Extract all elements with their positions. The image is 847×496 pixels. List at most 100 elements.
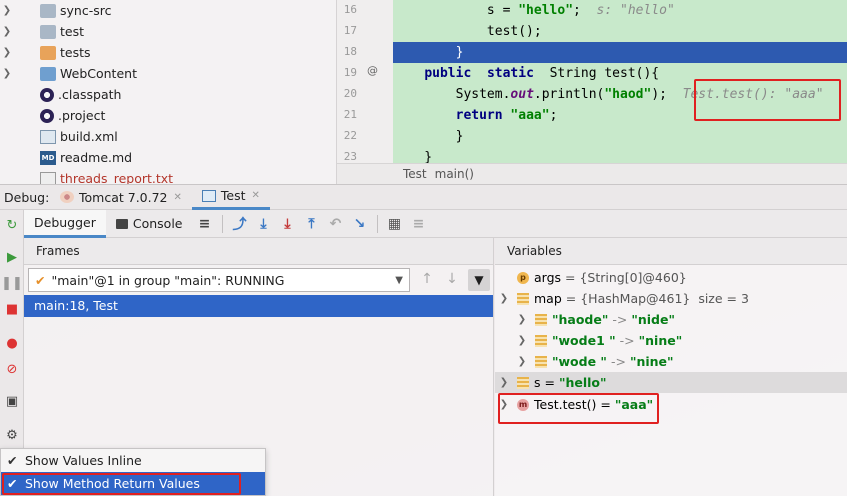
force-step-into-icon[interactable]: ⤓ [277, 213, 299, 235]
filter-icon[interactable]: ▼ [468, 269, 490, 291]
tab-test[interactable]: Test ✕ [191, 185, 270, 210]
close-icon[interactable]: ✕ [174, 192, 182, 203]
tree-item-tests[interactable]: ❯ tests [0, 42, 336, 63]
code-line-17[interactable]: test(); [393, 21, 847, 42]
tab-debugger[interactable]: Debugger [24, 209, 106, 238]
equals-sign: = [544, 375, 555, 390]
thread-selector[interactable]: ✔ "main"@1 in group "main": RUNNING ▼ [28, 268, 410, 292]
variable-row-s[interactable]: ❯ s = "hello" [495, 372, 847, 393]
checkmark-icon: ✔ [7, 453, 18, 468]
code-text: s = [393, 3, 519, 18]
breadcrumb-method[interactable]: main() [435, 167, 474, 181]
tree-item-sync-src[interactable]: ❯ sync-src [0, 0, 336, 21]
arrow-up-icon[interactable]: ↑ [418, 271, 436, 289]
gear-icon[interactable]: ⚙ [3, 426, 21, 444]
drop-frame-icon[interactable]: ↶ [325, 213, 347, 235]
code-line-19[interactable]: public static String test(){ [393, 63, 847, 84]
tab-tomcat[interactable]: Tomcat 7.0.72 ✕ [50, 185, 192, 210]
code-line-22[interactable]: } [393, 126, 847, 147]
variables-header: Variables [495, 238, 847, 265]
close-icon[interactable]: ✕ [252, 190, 260, 201]
arrow-separator: -> [610, 354, 626, 369]
rerun-icon[interactable]: ↻ [3, 216, 21, 234]
step-out-icon[interactable]: ⤒ [301, 213, 323, 235]
tree-item-label: sync-src [60, 3, 112, 18]
editor-gutter[interactable]: 16 17 18 19 @ 20 21 22 23 [337, 0, 393, 163]
arrow-down-icon[interactable]: ↓ [443, 271, 461, 289]
debug-label: Debug: [4, 189, 50, 205]
chevron-right-icon[interactable]: ❯ [0, 47, 14, 58]
tree-item-project[interactable]: .project [0, 105, 336, 126]
view-breakpoints-icon[interactable]: ● [3, 334, 21, 352]
tree-item-build-xml[interactable]: build.xml [0, 126, 336, 147]
chevron-down-icon: ▼ [395, 274, 403, 286]
chevron-right-icon[interactable]: ❯ [515, 314, 529, 325]
tab-console[interactable]: Console [106, 210, 193, 238]
pause-icon[interactable]: ❚❚ [1, 274, 23, 292]
layout-icon[interactable]: ≡ [194, 213, 216, 235]
map-entry-row[interactable]: ❯ "wode1 " -> "nine" [495, 330, 847, 351]
tree-item-readme[interactable]: MD readme.md [0, 147, 336, 168]
code-area[interactable]: s = "hello"; s: "hello" test(); } public… [393, 0, 847, 163]
code-line-21[interactable]: return "aaa"; [393, 105, 847, 126]
chevron-right-icon[interactable]: ❯ [515, 335, 529, 346]
code-line-20[interactable]: System.out.println("haod"); Test.test():… [393, 84, 847, 105]
tree-item-test[interactable]: ❯ test [0, 21, 336, 42]
toolbar-separator [376, 214, 378, 233]
variable-row-map[interactable]: ❯ map = {HashMap@461} size = 3 [495, 288, 847, 309]
stop-icon[interactable]: ■ [3, 300, 21, 318]
frame-label: main:18, Test [34, 298, 118, 313]
breadcrumb: Test main() [337, 163, 847, 184]
line-number: 16 [343, 3, 357, 16]
tree-item-classpath[interactable]: .classpath [0, 84, 336, 105]
frame-row[interactable]: main:18, Test [24, 295, 493, 317]
variable-row-args[interactable]: p args = {String[0]@460} [495, 267, 847, 288]
menu-item-show-method-return-values[interactable]: ✔ Show Method Return Values [1, 472, 265, 495]
tree-item-webcontent[interactable]: ❯ WebContent [0, 63, 336, 84]
map-value: "nine" [629, 354, 674, 369]
console-icon [115, 218, 128, 229]
code-editor[interactable]: 16 17 18 19 @ 20 21 22 23 s = "hello"; s… [337, 0, 847, 163]
resume-icon[interactable]: ▶ [3, 248, 21, 266]
chevron-right-icon[interactable]: ❯ [515, 356, 529, 367]
chevron-right-icon[interactable]: ❯ [0, 26, 14, 37]
execution-line-18[interactable]: } [393, 42, 847, 63]
frames-header: Frames [24, 238, 493, 265]
tree-item-threads-report[interactable]: threads_report.txt [0, 168, 336, 184]
web-folder-icon [40, 66, 56, 81]
debug-settings-menu: ✔ Show Values Inline ✔ Show Method Retur… [0, 448, 266, 496]
trace-icon[interactable]: ≡ [408, 213, 430, 235]
breadcrumb-class[interactable]: Test [403, 167, 427, 181]
map-entry-row[interactable]: ❯ "haode" -> "nide" [495, 309, 847, 330]
menu-item-show-values-inline[interactable]: ✔ Show Values Inline [1, 449, 265, 472]
tree-item-label: .project [58, 108, 106, 123]
code-line-16[interactable]: s = "hello"; s: "hello" [393, 0, 847, 21]
chevron-down-icon[interactable]: ❯ [497, 293, 511, 304]
code-text: } [393, 129, 464, 144]
chevron-right-icon[interactable]: ❯ [497, 399, 511, 410]
variable-row-return-value[interactable]: ❯ m Test.test() = "aaa" [495, 394, 847, 415]
static-field: out [510, 87, 534, 102]
chevron-right-icon[interactable]: ❯ [0, 5, 14, 16]
run-to-cursor-icon[interactable]: ↘ [349, 213, 371, 235]
toolbar-separator [221, 214, 223, 233]
step-over-icon[interactable]: ⤴ [229, 213, 251, 235]
variable-name: s [534, 375, 541, 390]
map-entry-row[interactable]: ❯ "wode " -> "nine" [495, 351, 847, 372]
chevron-right-icon[interactable]: ❯ [0, 68, 14, 79]
camera-icon[interactable]: ▣ [3, 392, 21, 410]
step-into-icon[interactable]: ⤓ [253, 213, 275, 235]
eclipse-icon [40, 108, 54, 123]
line-number: 21 [343, 108, 357, 121]
evaluate-expression-icon[interactable]: ▦ [384, 213, 406, 235]
code-line-23[interactable]: } [393, 147, 847, 163]
parameter-icon: p [517, 271, 529, 284]
map-value: "nine" [638, 333, 683, 348]
override-marker-icon[interactable]: @ [367, 64, 378, 77]
menu-item-label: Show Values Inline [25, 453, 142, 468]
chevron-right-icon[interactable]: ❯ [497, 377, 511, 388]
mute-breakpoints-icon[interactable]: ⊘ [3, 360, 21, 378]
